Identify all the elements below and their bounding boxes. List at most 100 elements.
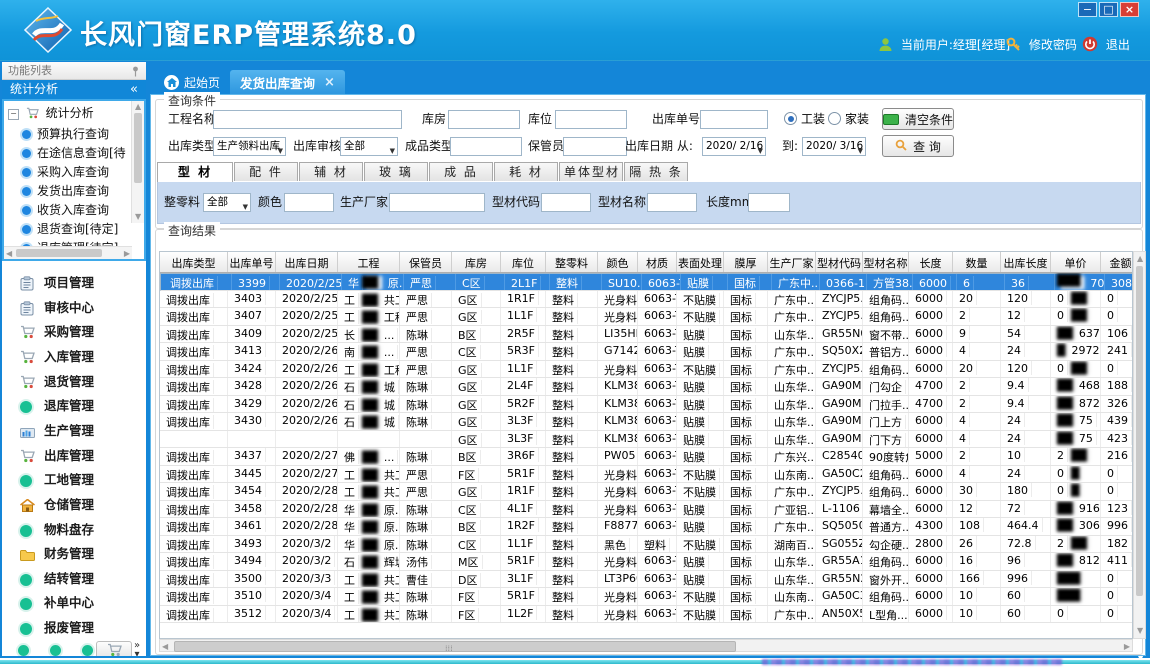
sidebar-item-11[interactable]: 物料盘存 [2,520,146,540]
product-type-input[interactable] [450,137,522,156]
sidebar-item-3[interactable]: 采购管理 [2,322,146,342]
column-header[interactable]: 整零料 [546,252,598,272]
sidebar-item-8[interactable]: 出库管理 [2,446,146,466]
material-tab-单体型材[interactable]: 单体型材 [559,162,623,181]
logout-button[interactable]: 退出 [1082,36,1130,54]
column-header[interactable]: 颜色 [598,252,638,272]
order-no-input[interactable] [700,110,768,129]
tree-root[interactable]: − 统计分析 [8,104,94,122]
column-header[interactable]: 库位 [501,252,546,272]
tab-发货出库查询[interactable]: 发货出库查询× [230,70,345,94]
table-row[interactable]: 调拨出库34292020/2/26石██城陈琳G区5R2F整料KLM381760… [160,396,1132,414]
quick-dot-icon[interactable] [50,645,61,656]
table-row[interactable]: 调拨出库34542020/2/28工██共工程严思G区1R1F整料光身料6063… [160,483,1132,501]
search-button[interactable]: 查 询 [882,135,954,157]
sidebar-item-15[interactable]: 报废管理 [2,618,146,638]
section-header-statistics[interactable]: 统计分析 « [2,80,146,99]
material-tab-玻璃[interactable]: 玻 璃 [364,162,428,181]
change-password-button[interactable]: 修改密码 [1006,36,1077,54]
sidebar-item-13[interactable]: 结转管理 [2,569,146,589]
profile-code-input[interactable] [541,193,591,212]
column-header[interactable]: 金额 [1101,252,1133,272]
column-header[interactable]: 表面处理 [677,252,724,272]
tree-item[interactable]: 发货出库查询 [22,182,109,200]
radio-gongzhuang[interactable]: 工装 [784,110,825,129]
sidebar-item-2[interactable]: 审核中心 [2,298,146,318]
table-row[interactable]: 调拨出库34072020/2/25工██工程严思G区1L1F整料光身料6063-… [160,308,1132,326]
column-header[interactable]: 膜厚 [724,252,768,272]
table-row[interactable]: 调拨出库34032020/2/25工██共工程严思G区1R1F整料光身料6063… [160,291,1132,309]
material-tab-辅材[interactable]: 辅 材 [299,162,363,181]
material-tab-成品[interactable]: 成 品 [429,162,493,181]
maker-input[interactable] [389,193,485,212]
column-header[interactable]: 出库类型 [160,252,228,272]
tab-close-icon[interactable]: × [324,75,335,90]
color-input[interactable] [284,193,334,212]
table-row[interactable]: 调拨出库34932020/3/2华██原...陈琳C区1L1F整料黑色塑料不贴膜… [160,536,1132,554]
column-header[interactable]: 出库长度 [1001,252,1051,272]
location-input[interactable] [555,110,627,129]
table-row[interactable]: 调拨出库33992020/2/25华██原...严思C区2L1F整料SU10..… [160,273,1133,291]
material-tab-耗材[interactable]: 耗 材 [494,162,558,181]
warehouse-input[interactable] [448,110,520,129]
material-tab-隔热条[interactable]: 隔 热 条 [624,162,688,181]
tree-vertical-scrollbar[interactable]: ▲ ▼ [131,101,144,223]
sidebar-item-4[interactable]: 入库管理 [2,347,146,367]
tree-item[interactable]: 收货入库查询 [22,201,109,219]
tree-expander-icon[interactable]: − [8,109,19,120]
keeper-input[interactable] [563,137,627,156]
more-chevron[interactable]: »▾ [134,641,140,656]
table-row[interactable]: 调拨出库35122020/3/4工██共工程陈琳F区1L2F整料光身料6063-… [160,606,1132,624]
grid-horizontal-scrollbar[interactable]: ◀ ⁞⁞⁞ ▶ [159,639,1133,652]
column-header[interactable]: 库房 [452,252,501,272]
quick-cart-button[interactable] [96,641,132,656]
date-from-select[interactable]: 2020/ 2/16▼ [702,137,766,156]
sidebar-item-9[interactable]: 工地管理 [2,470,146,490]
table-row[interactable]: 调拨出库34372020/2/27佛██...陈琳B区3R6F整料PW05606… [160,448,1132,466]
tree-item[interactable]: 预算执行查询 [22,125,109,143]
tab-起始页[interactable]: 起始页 [154,70,230,94]
column-header[interactable]: 出库日期 [276,252,338,272]
column-header[interactable]: 型材名称 [863,252,909,272]
material-tab-型材[interactable]: 型 材 [157,162,233,182]
radio-jiazhuang[interactable]: 家装 [828,110,869,129]
sidebar-item-10[interactable]: 仓储管理 [2,495,146,515]
tree-item[interactable]: 退货查询[待定] [22,220,118,238]
column-header[interactable]: 生产厂家 [768,252,816,272]
sidebar-item-6[interactable]: 退库管理 [2,396,146,416]
column-header[interactable]: 单价 [1051,252,1101,272]
length-input[interactable] [748,193,790,212]
tree-horizontal-scrollbar[interactable]: ◀ ▶ [4,246,132,259]
table-row[interactable]: 调拨出库35002020/3/3工██共工程曹佳D区3L1F整料LT3P6060… [160,571,1132,589]
date-to-select[interactable]: 2020/ 3/16▼ [802,137,866,156]
table-row[interactable]: 调拨出库34132020/2/26南██...严思C区5R3F整料G714226… [160,343,1132,361]
sidebar-item-12[interactable]: 财务管理 [2,544,146,564]
audit-select[interactable]: 全部▼ [340,137,398,156]
sidebar-item-1[interactable]: 项目管理 [2,273,146,293]
table-row[interactable]: 调拨出库34612020/2/28华██原...陈琳B区1R2F整料F8877F… [160,518,1132,536]
sidebar-item-7[interactable]: 生产管理 [2,421,146,441]
table-row[interactable]: G区3L3F整料KLM38176063-T5贴膜国标山东华...GA90M09.… [160,431,1132,449]
grid-vertical-scrollbar[interactable]: ▲ ▼ [1133,251,1146,639]
column-header[interactable]: 保管员 [400,252,452,272]
quick-dot-icon[interactable] [18,645,29,656]
minimize-button[interactable]: − [1078,2,1097,17]
table-row[interactable]: 调拨出库34282020/2/26石██城陈琳G区2L4F整料KLM381760… [160,378,1132,396]
tree-item[interactable]: 在途信息查询[待 [22,144,126,162]
column-header[interactable]: 数量 [953,252,1001,272]
maximize-button[interactable]: □ [1099,2,1118,17]
table-row[interactable]: 调拨出库34302020/2/26石██城陈琳G区3L3F整料KLM381760… [160,413,1132,431]
sidebar-item-5[interactable]: 退货管理 [2,372,146,392]
column-header[interactable]: 材质 [638,252,677,272]
table-row[interactable]: 调拨出库34092020/2/25长██...陈琳B区2R5F整料LI35HD6… [160,326,1132,344]
profile-name-input[interactable] [647,193,697,212]
column-header[interactable]: 出库单号 [228,252,276,272]
sidebar-item-14[interactable]: 补单中心 [2,593,146,613]
collapse-icon[interactable]: « [130,80,138,99]
close-button[interactable]: × [1120,2,1139,17]
column-header[interactable]: 长度 [909,252,953,272]
material-tab-配件[interactable]: 配 件 [234,162,298,181]
clear-conditions-button[interactable]: 清空条件 [882,108,954,130]
column-header[interactable]: 型材代码 [816,252,863,272]
table-row[interactable]: 调拨出库34242020/2/26工██工程严思G区1L1F整料光身料6063-… [160,361,1132,379]
